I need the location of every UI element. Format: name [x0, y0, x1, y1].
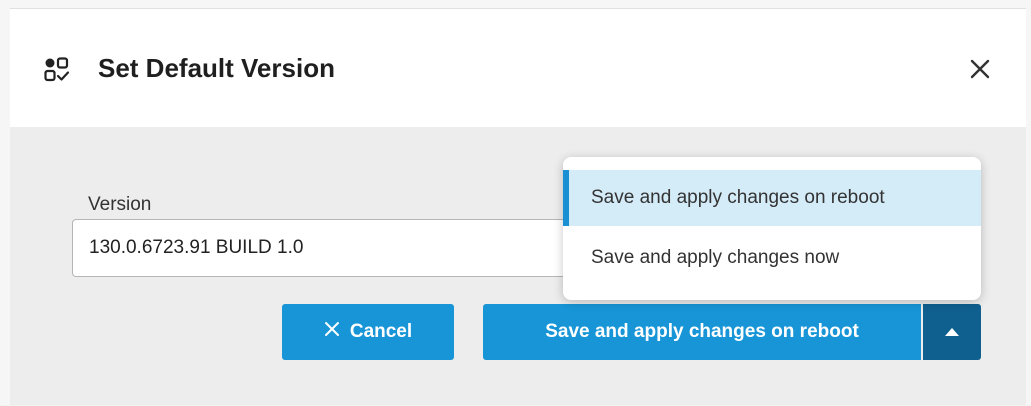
save-button[interactable]: Save and apply changes on reboot [483, 304, 921, 360]
version-value: 130.0.6723.91 BUILD 1.0 [89, 237, 304, 258]
close-icon [969, 58, 991, 85]
save-options-menu: Save and apply changes on reboot Save an… [563, 157, 981, 300]
version-label: Version [88, 194, 152, 215]
menu-item-label: Save and apply changes on reboot [591, 187, 885, 208]
menu-item-save-now[interactable]: Save and apply changes now [563, 230, 981, 286]
save-options-toggle[interactable] [923, 304, 981, 360]
cancel-label: Cancel [349, 321, 413, 342]
dialog-title: Set Default Version [98, 53, 335, 83]
dialog-header: Set Default Version [10, 9, 1026, 127]
save-label: Save and apply changes on reboot [545, 321, 859, 342]
app-frame: Set Default Version Version 130.0.6723.9… [0, 0, 1031, 405]
close-icon [324, 321, 340, 343]
cancel-button[interactable]: Cancel [282, 304, 454, 360]
menu-item-save-on-reboot[interactable]: Save and apply changes on reboot [563, 170, 981, 226]
caret-up-icon [945, 323, 959, 341]
close-button[interactable] [964, 55, 996, 87]
menu-item-label: Save and apply changes now [591, 247, 840, 268]
version-grid-check-icon [44, 57, 70, 83]
